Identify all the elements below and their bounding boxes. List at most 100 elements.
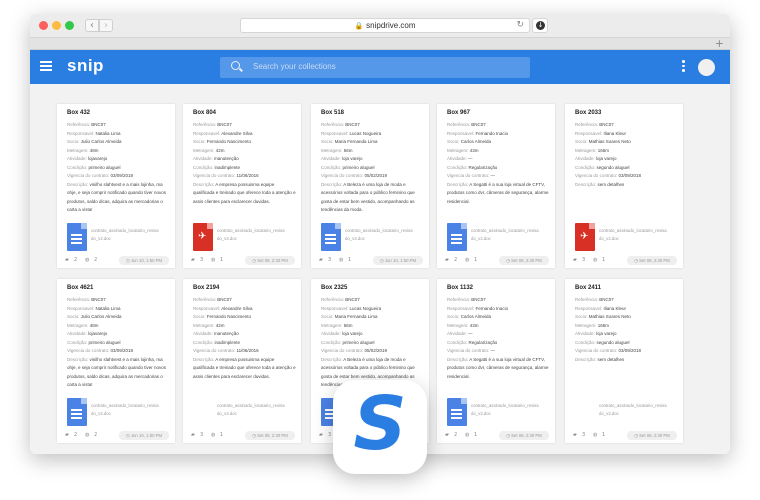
minimize-window-button[interactable] — [52, 21, 61, 30]
attachment[interactable]: contrato_assinado_locatario_revisa do_v2… — [445, 223, 549, 251]
view-icon[interactable]: ◍ — [593, 432, 597, 439]
card-footer: ▰ 3 ◍ 1 ◷ Jun 10, 1:50 PM — [319, 256, 423, 265]
app-logo[interactable]: snip — [67, 56, 104, 76]
view-icon[interactable]: ◍ — [465, 432, 469, 439]
field-value: segundo aluguel — [596, 339, 630, 345]
card-title: Box 2325 — [321, 285, 348, 291]
view-icon[interactable]: ◍ — [593, 257, 597, 264]
field-value: — — [468, 156, 473, 161]
card-field-vigencia: Vigencia do contrato: 03/09/2018 — [575, 347, 679, 356]
collection-card[interactable]: Box 4621 Referência: BNC07 Responsavel: Na… — [57, 279, 175, 443]
comment-icon[interactable]: ▰ — [65, 257, 69, 264]
field-label: Descrição: — [575, 181, 597, 187]
reload-icon[interactable]: ↻ — [516, 19, 524, 32]
view-icon[interactable]: ◍ — [85, 257, 89, 264]
card-field-metragem: Metragem: 56m — [321, 147, 425, 156]
field-label: Referência: — [67, 297, 91, 302]
more-options-icon[interactable] — [682, 60, 685, 74]
attachment[interactable]: contrato_assinado_locatario_revisa do_v2… — [445, 398, 549, 426]
view-icon[interactable]: ◍ — [211, 432, 215, 439]
comment-icon[interactable]: ▰ — [445, 432, 449, 439]
card-field-condicao: Condição: inadimplente — [193, 164, 297, 173]
collection-card[interactable]: Box 804 Referência: BNC07 Responsavel: Ale… — [183, 104, 301, 268]
field-value: 165m — [597, 147, 610, 153]
field-label: Descrição: — [67, 356, 89, 362]
card-title: Box 1132 — [447, 285, 474, 291]
comment-count: 2 — [454, 432, 458, 438]
search-input[interactable]: Search your collections — [220, 57, 530, 78]
field-label: Atividade: — [447, 331, 467, 336]
back-button[interactable]: ‹ — [85, 19, 99, 32]
comment-count: 3 — [200, 257, 204, 263]
collection-card[interactable]: Box 2033 Referência: BNC07 Responsavel: Il… — [565, 104, 683, 268]
collection-card[interactable]: Box 432 Referência: BNC07 Responsavel: Nat… — [57, 104, 175, 268]
card-field-ref: Referência: BNC07 — [193, 121, 297, 130]
view-icon[interactable]: ◍ — [211, 257, 215, 264]
attachment[interactable]: contrato_assinado_locatario_revisa do_v2… — [319, 223, 423, 251]
comment-icon[interactable]: ▰ — [319, 257, 323, 264]
field-label: Atividade: — [575, 331, 595, 336]
field-value: primeiro aluguel — [88, 164, 121, 170]
view-icon[interactable]: ◍ — [465, 257, 469, 264]
date-badge: ◷ Set 08, 2:30 PM — [499, 256, 549, 265]
attachment[interactable]: ✈ contrato_assinado_locatario_revisa do_v… — [191, 223, 295, 251]
view-icon[interactable]: ◍ — [339, 257, 343, 264]
attachment-filename: contrato_assinado_locatario_revisa do_v2… — [599, 228, 667, 241]
card-field-atividade: Atividade: — — [447, 330, 551, 339]
address-bar[interactable]: 🔒 snipdrive.com ↻ — [240, 18, 530, 33]
close-window-button[interactable] — [39, 21, 48, 30]
download-button[interactable]: ↓ — [532, 18, 548, 33]
comment-icon[interactable]: ▰ — [319, 432, 323, 439]
attachment[interactable]: contrato_assinado_locatario_revisa do_v2… — [191, 398, 295, 426]
google-doc-icon — [447, 223, 467, 251]
card-field-vigencia: Vigencia do contrato: 11/06/2016 — [193, 347, 297, 356]
collection-card[interactable]: Box 2411 Referência: BNC07 Responsavel: Il… — [565, 279, 683, 443]
field-label: Referência: — [321, 122, 345, 127]
card-field-socio: Socio: Maria Fernanda Lima — [321, 138, 425, 147]
comment-icon[interactable]: ▰ — [445, 257, 449, 264]
attachment[interactable]: contrato_assinado_locatario_revisa do_v2… — [573, 398, 677, 426]
date-text: Jun 10, 1:50 PM — [384, 258, 417, 263]
attachment[interactable]: ✈ contrato_assinado_locatario_revisa do_v… — [573, 223, 677, 251]
card-field-atividade: Atividade: loja varejo — [575, 330, 679, 339]
comment-icon[interactable]: ▰ — [65, 432, 69, 439]
attachment[interactable]: contrato_assinado_locatario_revisa do_v2… — [65, 398, 169, 426]
date-badge: ◷ Set 08, 2:30 PM — [499, 431, 549, 440]
card-title: Box 432 — [67, 110, 91, 116]
card-field-metragem: Metragem: 165m — [575, 147, 679, 156]
card-field-condicao: Condição: segundo aluguel — [575, 339, 679, 348]
comment-icon[interactable]: ▰ — [573, 257, 577, 264]
field-label: Metragem: — [575, 147, 597, 153]
search-placeholder: Search your collections — [253, 62, 336, 71]
menu-icon[interactable] — [40, 61, 52, 71]
comment-icon[interactable]: ▰ — [573, 432, 577, 439]
forward-button[interactable]: › — [99, 19, 113, 32]
field-label: Condição: — [447, 339, 468, 345]
attachment[interactable]: contrato_assinado_locatario_revisa do_v2… — [65, 223, 169, 251]
avatar[interactable] — [698, 59, 715, 76]
new-tab-button[interactable]: + — [715, 37, 724, 50]
collection-card[interactable]: Box 518 Referência: BNC07 Responsavel: Luc… — [311, 104, 429, 268]
collection-card[interactable]: Box 1132 Referência: BNC07 Responsavel: Fe… — [437, 279, 555, 443]
url-text: snipdrive.com — [366, 21, 416, 30]
collection-card[interactable]: Box 2194 Referência: BNC07 Responsavel: Al… — [183, 279, 301, 443]
view-icon[interactable]: ◍ — [85, 432, 89, 439]
download-icon: ↓ — [536, 21, 545, 30]
maximize-window-button[interactable] — [65, 21, 74, 30]
comment-count: 3 — [328, 432, 332, 438]
comment-icon[interactable]: ▰ — [191, 257, 195, 264]
collection-card[interactable]: Box 967 Referência: BNC07 Responsavel: Fer… — [437, 104, 555, 268]
field-label: Descrição: — [193, 181, 215, 187]
date-text: Set 08, 2:30 PM — [639, 433, 670, 438]
field-value: 03/09/2018 — [110, 173, 133, 178]
field-label: Socio: — [575, 314, 588, 319]
field-label: Vigencia do contrato: — [447, 348, 490, 353]
field-label: Condição: — [575, 164, 596, 170]
field-label: Metragem: — [447, 322, 469, 328]
card-field-descricao: Descrição: sem detalhes — [575, 181, 679, 190]
card-title: Box 2411 — [575, 285, 602, 291]
comment-icon[interactable]: ▰ — [191, 432, 195, 439]
attachment-filename: contrato_assinado_locatario_revisa do_v2… — [345, 228, 413, 241]
attachment-filename: contrato_assinado_locatario_revisa do_v2… — [217, 403, 285, 416]
field-value: 43m — [469, 147, 479, 153]
